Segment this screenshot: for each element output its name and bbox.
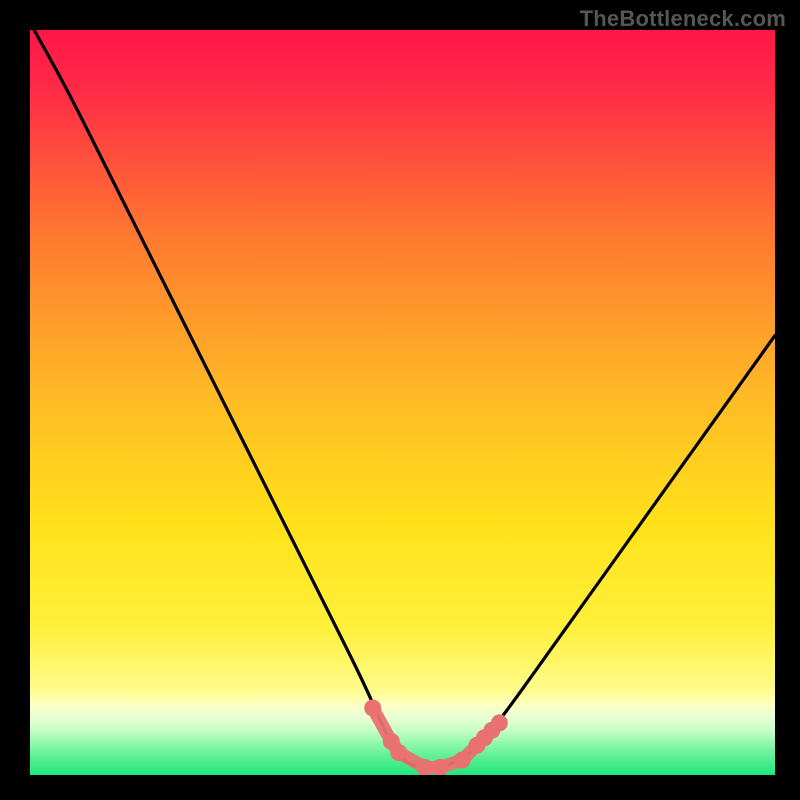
marker-dot bbox=[491, 714, 508, 731]
chart-frame: TheBottleneck.com bbox=[0, 0, 800, 800]
chart-svg bbox=[30, 30, 775, 775]
marker-dot bbox=[454, 752, 471, 769]
gradient-background bbox=[30, 30, 775, 775]
marker-dot bbox=[364, 699, 381, 716]
marker-dot bbox=[390, 744, 407, 761]
plot-area bbox=[30, 30, 775, 775]
watermark: TheBottleneck.com bbox=[580, 6, 786, 32]
